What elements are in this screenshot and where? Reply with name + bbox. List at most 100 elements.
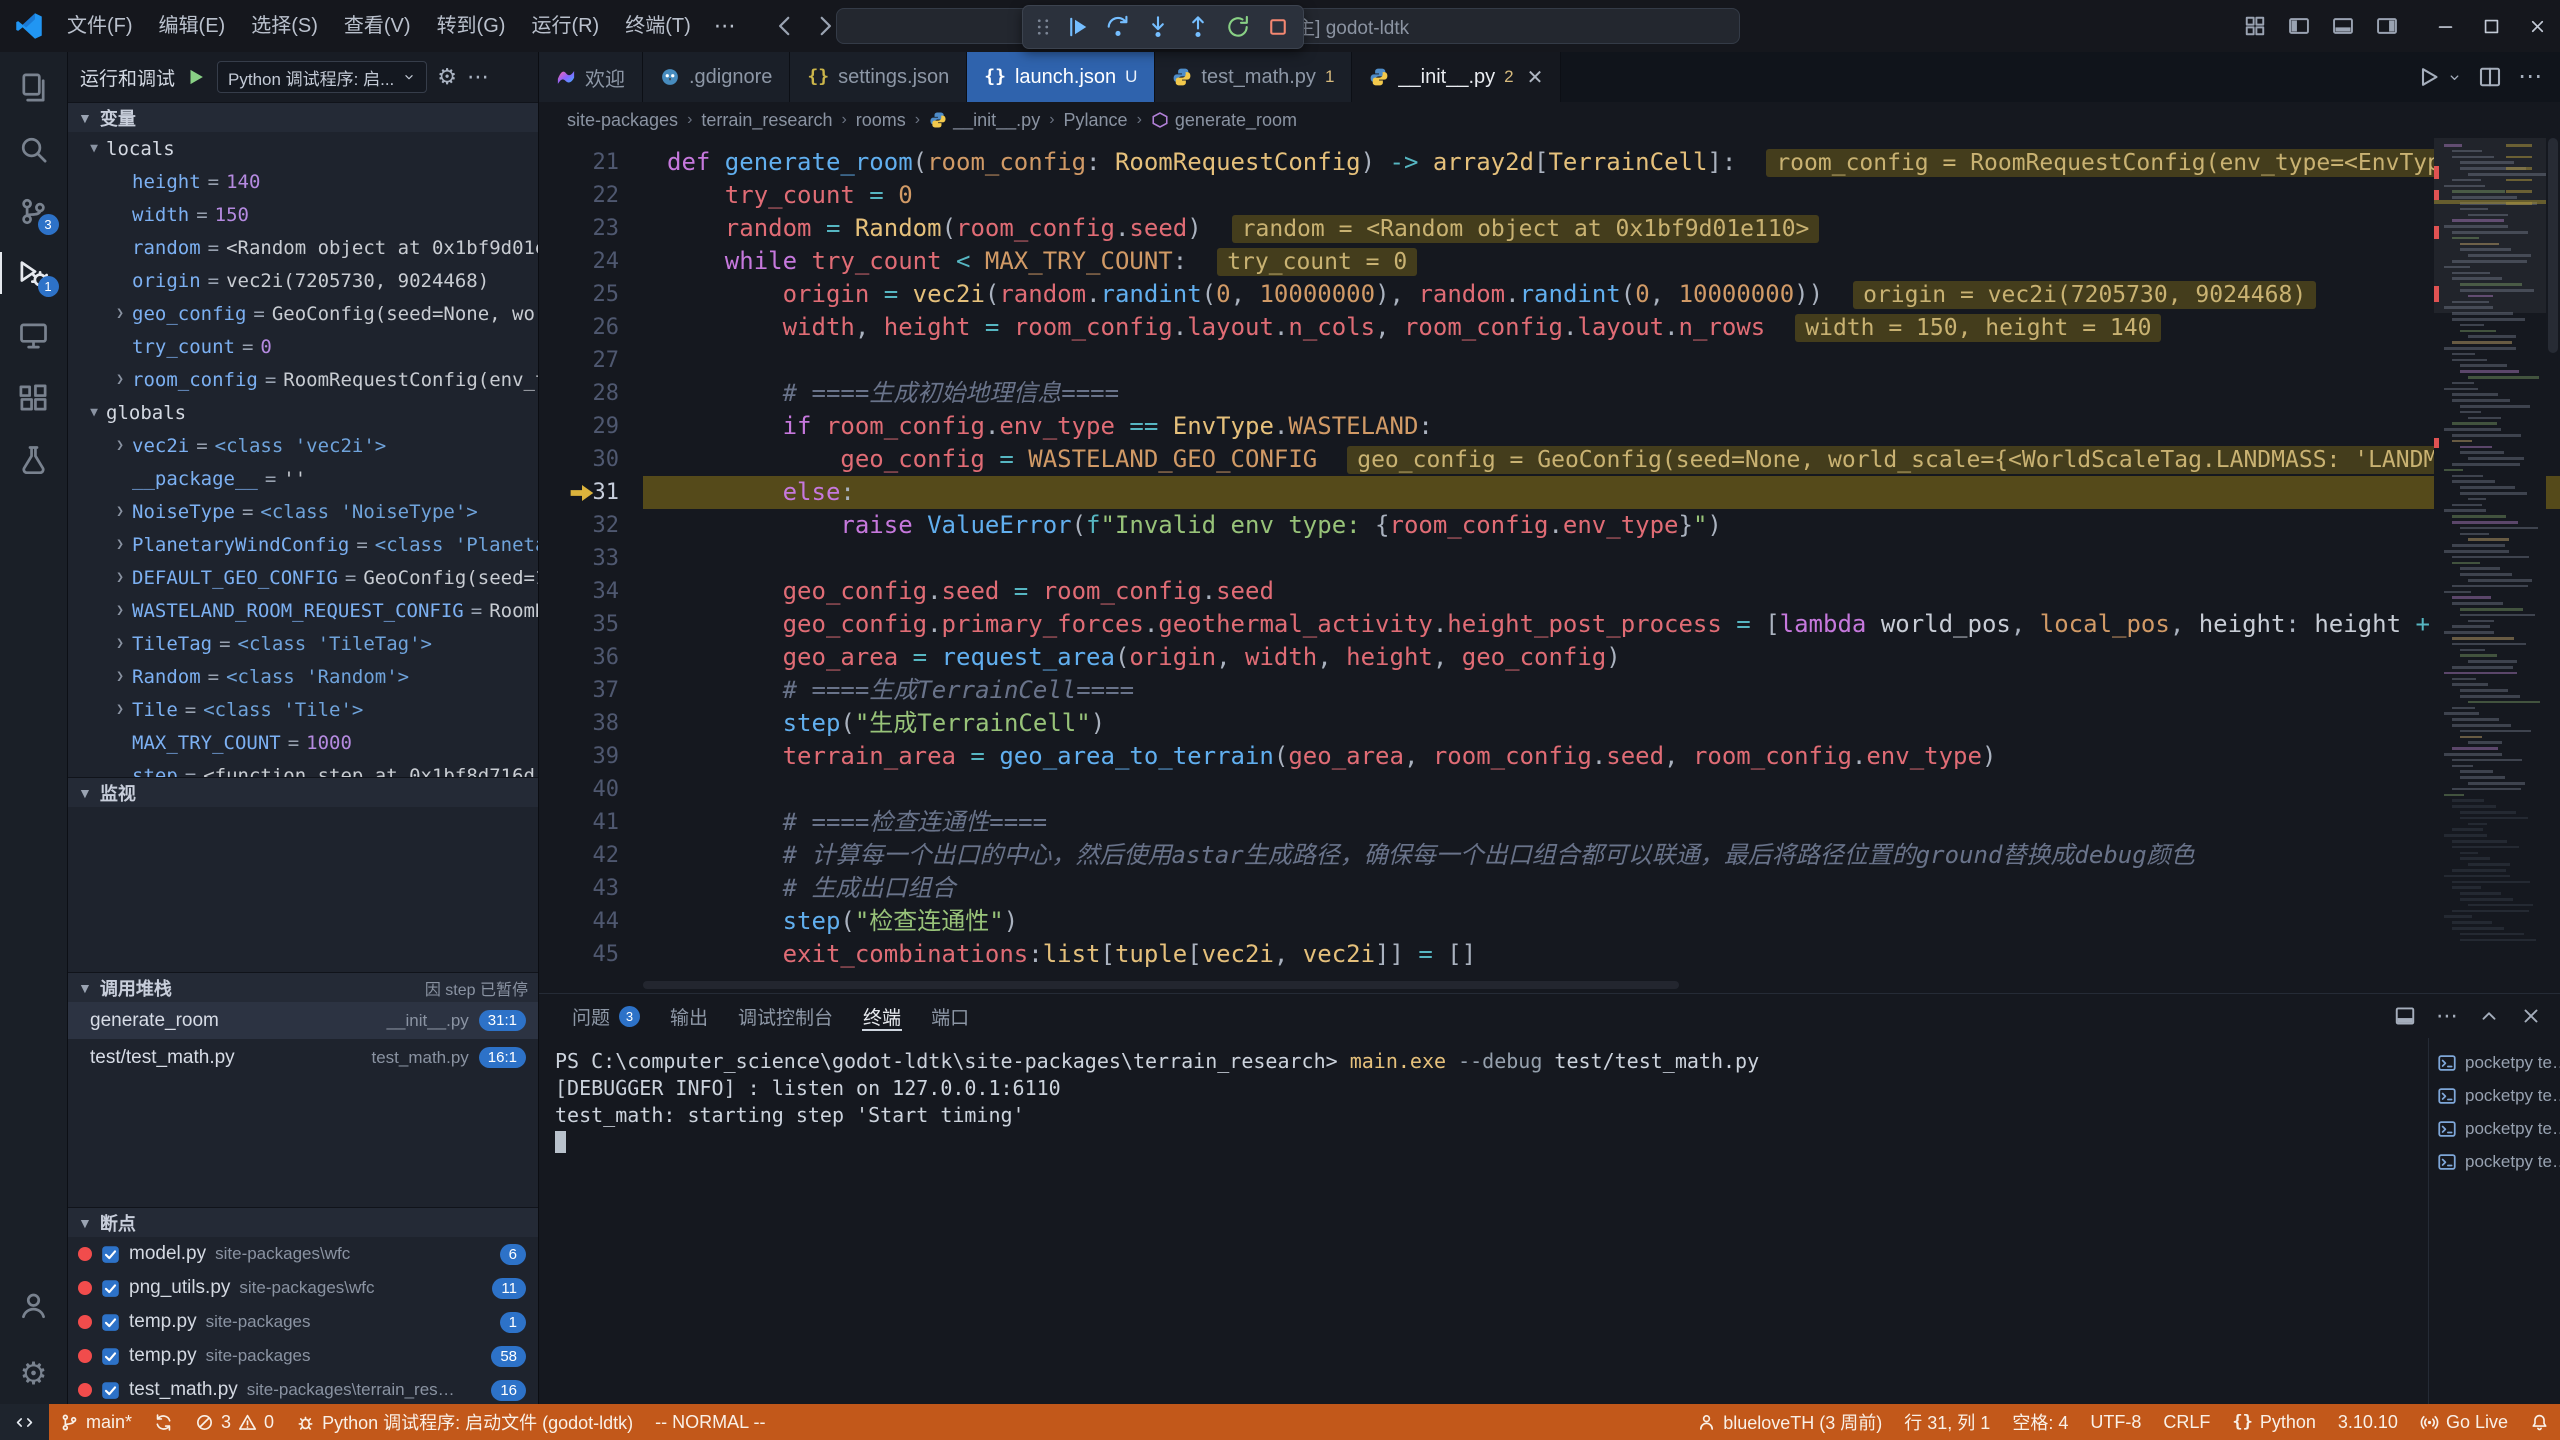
code-line[interactable]: 37 # ====生成TerrainCell====	[539, 674, 2560, 707]
breadcrumb-item[interactable]: __init__.py	[929, 110, 1040, 131]
variable-row[interactable]: height=140	[68, 165, 538, 198]
continue-button[interactable]	[1059, 8, 1097, 46]
tab-settings-json[interactable]: {}settings.json	[790, 52, 967, 102]
breadcrumb-item[interactable]: rooms	[856, 110, 906, 131]
toggle-primary-sidebar-icon[interactable]	[2282, 9, 2316, 43]
line-number[interactable]: 24	[539, 245, 643, 278]
variables-scope-globals[interactable]: ▼globals	[68, 396, 538, 429]
status-remote-indicator[interactable]	[0, 1404, 49, 1440]
variable-row[interactable]: ❯WASTELAND_ROOM_REQUEST_CONFIG=RoomR…	[68, 594, 538, 627]
code-line[interactable]: 28 # ====生成初始地理信息====	[539, 377, 2560, 410]
line-number[interactable]: 21	[539, 146, 643, 179]
menu-查看(V)[interactable]: 查看(V)	[331, 8, 424, 44]
window-close-button[interactable]	[2514, 0, 2560, 52]
line-number[interactable]: 27	[539, 344, 643, 377]
watch-section-header[interactable]: ▼监视	[68, 777, 538, 807]
activitybar-testing[interactable]	[0, 428, 68, 490]
menu-选择(S)[interactable]: 选择(S)	[238, 8, 331, 44]
terminal-output[interactable]: PS C:\computer_science\godot-ldtk\site-p…	[539, 1038, 2428, 1404]
close-icon[interactable]: ✕	[1527, 65, 1544, 90]
line-number[interactable]: 32	[539, 509, 643, 542]
terminal-instance[interactable]: pocketpy te…	[2429, 1046, 2560, 1079]
code-line[interactable]: 36 geo_area = request_area(origin, width…	[539, 641, 2560, 674]
code-line[interactable]: 41 # ====检查连通性====	[539, 806, 2560, 839]
status-python-version[interactable]: 3.10.10	[2327, 1404, 2409, 1440]
variable-row[interactable]: ❯DEFAULT_GEO_CONFIG=GeoConfig(seed=1…	[68, 561, 538, 594]
step-out-button[interactable]	[1179, 8, 1217, 46]
code-line[interactable]: 24 while try_count < MAX_TRY_COUNT:try_c…	[539, 245, 2560, 278]
breakpoints-section-header[interactable]: ▼断点	[68, 1207, 538, 1237]
panel-close-icon[interactable]	[2520, 1005, 2542, 1027]
line-number[interactable]: 38	[539, 707, 643, 740]
code-line[interactable]: 43 # 生成出口组合	[539, 872, 2560, 905]
tab-gdignore[interactable]: .gdignore	[643, 52, 790, 102]
breakpoint-row[interactable]: temp.pysite-packages1	[68, 1305, 538, 1339]
breadcrumb-item[interactable]: Pylance	[1064, 110, 1128, 131]
line-number[interactable]: 28	[539, 377, 643, 410]
variables-scope-locals[interactable]: ▼locals	[68, 132, 538, 165]
variable-row[interactable]: try_count=0	[68, 330, 538, 363]
menu-文件(F)[interactable]: 文件(F)	[54, 8, 146, 44]
status-go-live[interactable]: Go Live	[2409, 1404, 2519, 1440]
code-line[interactable]: 35 geo_config.primary_forces.geothermal_…	[539, 608, 2560, 641]
panel-tab-terminal[interactable]: 终端	[848, 994, 916, 1038]
callstack-frame[interactable]: test/test_math.pytest_math.py16:1	[68, 1039, 538, 1076]
tab-init-py[interactable]: __init__.py2✕	[1352, 52, 1561, 102]
code-line[interactable]: 38 step("生成TerrainCell")	[539, 707, 2560, 740]
activitybar-remote-explorer[interactable]	[0, 304, 68, 366]
activitybar-search[interactable]	[0, 118, 68, 180]
callstack-section-header[interactable]: ▼调用堆栈 因 step 已暂停	[68, 972, 538, 1002]
run-python-file-icon[interactable]	[2417, 65, 2441, 89]
restart-button[interactable]	[1219, 8, 1257, 46]
vertical-scrollbar[interactable]	[2546, 138, 2560, 993]
variable-row[interactable]: ❯NoiseType=<class 'NoiseType'>	[68, 495, 538, 528]
tab-launch-json[interactable]: {}launch.jsonU	[967, 52, 1155, 102]
breakpoint-row[interactable]: test_math.pysite-packages\terrain_res…16	[68, 1373, 538, 1404]
nav-back-icon[interactable]	[772, 13, 798, 39]
customize-layout-icon[interactable]	[2238, 9, 2272, 43]
code-line[interactable]: 31 else:	[539, 476, 2560, 509]
status-eol[interactable]: CRLF	[2152, 1404, 2221, 1440]
callstack-frame[interactable]: generate_room__init__.py31:1	[68, 1002, 538, 1039]
status-git-blame[interactable]: blueloveTH (3 周前)	[1686, 1404, 1893, 1440]
line-number[interactable]: 45	[539, 938, 643, 971]
status-problems[interactable]: 30	[184, 1404, 285, 1440]
code-line[interactable]: 34 geo_config.seed = room_config.seed	[539, 575, 2560, 608]
code-line[interactable]: 30 geo_config = WASTELAND_GEO_CONFIGgeo_…	[539, 443, 2560, 476]
checkbox-checked-icon[interactable]	[101, 1347, 120, 1366]
menu-编辑(E)[interactable]: 编辑(E)	[146, 8, 239, 44]
variable-row[interactable]: random=<Random object at 0x1bf9d01e…	[68, 231, 538, 264]
line-number[interactable]: 36	[539, 641, 643, 674]
tab-test-math-py[interactable]: test_math.py1	[1155, 52, 1352, 102]
checkbox-checked-icon[interactable]	[101, 1279, 120, 1298]
code-line[interactable]: 40	[539, 773, 2560, 806]
tab-welcome[interactable]: 欢迎	[539, 52, 643, 102]
activitybar-run-and-debug[interactable]: 1	[0, 242, 68, 304]
stop-button[interactable]	[1259, 8, 1297, 46]
horizontal-scrollbar[interactable]	[643, 979, 2430, 991]
code-line[interactable]: 32 raise ValueError(f"Invalid env type: …	[539, 509, 2560, 542]
line-number[interactable]: 31	[539, 476, 643, 509]
code-line[interactable]: 21def generate_room(room_config: RoomReq…	[539, 146, 2560, 179]
panel-more-icon[interactable]: ⋯	[2436, 1005, 2458, 1027]
code-line[interactable]: 27	[539, 344, 2560, 377]
line-number[interactable]: 26	[539, 311, 643, 344]
panel-maximize-icon[interactable]	[2478, 1005, 2500, 1027]
activitybar-accounts[interactable]	[0, 1274, 68, 1336]
code-line[interactable]: 23 random = Random(room_config.seed)rand…	[539, 212, 2560, 245]
variable-row[interactable]: MAX_TRY_COUNT=1000	[68, 726, 538, 759]
status-git-branch[interactable]: main*	[49, 1404, 143, 1440]
breakpoint-row[interactable]: temp.pysite-packages58	[68, 1339, 538, 1373]
sidebar-more-button[interactable]: ⋯	[467, 64, 489, 90]
line-number[interactable]: 42	[539, 839, 643, 872]
gear-icon[interactable]: ⚙	[437, 66, 457, 88]
line-number[interactable]: 43	[539, 872, 643, 905]
breadcrumb-item[interactable]: terrain_research	[701, 110, 832, 131]
code-line[interactable]: 45 exit_combinations:list[tuple[vec2i, v…	[539, 938, 2560, 971]
variable-row[interactable]: origin=vec2i(7205730, 9024468)	[68, 264, 538, 297]
checkbox-checked-icon[interactable]	[101, 1381, 120, 1400]
variable-row[interactable]: ❯geo_config=GeoConfig(seed=None, wor…	[68, 297, 538, 330]
window-maximize-button[interactable]	[2468, 0, 2514, 52]
terminal-panel-layout-icon[interactable]	[2394, 1005, 2416, 1027]
panel-tab-output[interactable]: 输出	[655, 994, 723, 1038]
